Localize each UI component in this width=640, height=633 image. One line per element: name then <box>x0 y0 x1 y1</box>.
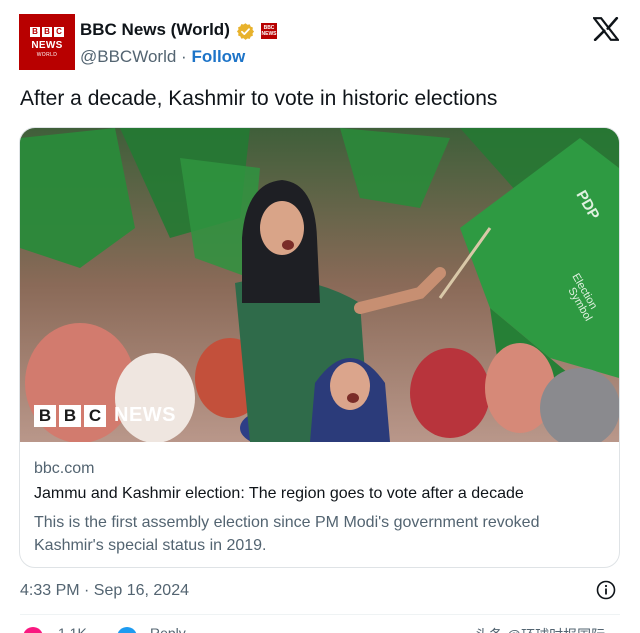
verified-badge-icon[interactable] <box>236 22 255 41</box>
affiliate-badge-text: BBC NEWS <box>262 25 277 37</box>
card-logo-news: NEWS <box>114 404 176 426</box>
reply-label[interactable]: Reply <box>150 625 186 633</box>
link-card[interactable]: PDP Election Symbol B B C NEWS bbc.com J… <box>19 127 620 568</box>
card-description: This is the first assembly election sinc… <box>34 514 540 554</box>
avatar-bbc-blocks: B B C <box>30 26 64 37</box>
follow-button[interactable]: Follow <box>191 47 245 66</box>
account-handle[interactable]: @BBCWorld <box>80 47 176 66</box>
card-image[interactable]: PDP Election Symbol <box>20 128 619 442</box>
avatar-world-text: WORLD <box>36 51 58 58</box>
avatar-news-text: NEWS <box>31 39 63 51</box>
avatar-block-b1: B <box>30 26 40 37</box>
affiliate-badge[interactable]: BBC NEWS <box>261 23 277 39</box>
card-logo-block-b2: B <box>59 404 81 427</box>
affiliate-badge-line2: NEWS <box>261 31 277 37</box>
avatar-block-b2: B <box>42 26 52 37</box>
heart-icon[interactable] <box>23 627 43 633</box>
info-icon[interactable] <box>596 580 616 600</box>
account-name[interactable]: BBC News (World) <box>80 20 230 40</box>
card-news-logo: B B C NEWS <box>34 404 176 427</box>
watermark-text: 头条 @环球时报国际 <box>475 625 605 633</box>
tweet-timestamp[interactable]: 4:33 PM · Sep 16, 2024 <box>20 582 189 600</box>
x-logo-icon[interactable] <box>593 17 619 41</box>
like-count: 1.1K <box>58 625 87 633</box>
avatar-block-c: C <box>54 26 64 37</box>
handle-separator: · <box>181 47 187 66</box>
card-domain: bbc.com <box>34 460 95 477</box>
reply-icon[interactable] <box>117 627 137 633</box>
action-divider <box>20 614 620 615</box>
handle-row: @BBCWorld · Follow <box>80 47 245 67</box>
action-bar: 1.1K Reply 头条 @环球时报国际 <box>20 623 620 633</box>
tweet-text: After a decade, Kashmir to vote in histo… <box>20 87 498 110</box>
card-title[interactable]: Jammu and Kashmir election: The region g… <box>34 485 524 503</box>
account-avatar[interactable]: B B C NEWS WORLD <box>19 14 75 70</box>
card-logo-block-b1: B <box>34 404 56 427</box>
card-logo-block-c: C <box>84 404 106 427</box>
